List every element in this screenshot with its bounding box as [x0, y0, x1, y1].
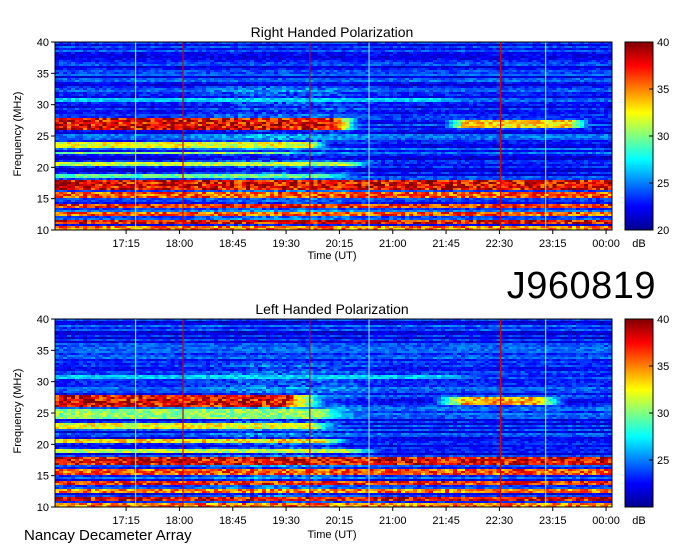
y-tick-label-lh-35: 35: [37, 345, 49, 357]
x-tick-label-lh-18:45: 18:45: [219, 515, 247, 527]
colorbar-tick-label-lh-30: 30: [657, 408, 669, 420]
colorbar-tick-label-lh-40: 40: [657, 314, 669, 326]
y-tick-label-lh-40: 40: [37, 314, 49, 326]
colorbar-unit-lh: dB: [632, 515, 645, 527]
y-tick-label-lh-15: 15: [37, 471, 49, 483]
x-tick-label-lh-21:00: 21:00: [379, 515, 407, 527]
colorbar-tick-label-lh-25: 25: [657, 455, 669, 467]
x-tick-label-lh-19:30: 19:30: [272, 515, 300, 527]
y-tick-label-lh-10: 10: [37, 502, 49, 514]
observation-id: J960819: [506, 265, 656, 307]
x-tick-label-lh-17:15: 17:15: [112, 515, 140, 527]
y-tick-label-lh-20: 20: [37, 439, 49, 451]
x-tick-label-lh-21:45: 21:45: [432, 515, 460, 527]
x-tick-label-lh-22:30: 22:30: [486, 515, 514, 527]
heatmap-cells-lh: [55, 319, 612, 507]
y-tick-label-lh-30: 30: [37, 377, 49, 389]
x-tick-label-lh-20:15: 20:15: [326, 515, 354, 527]
colorbar-tick-label-lh-35: 35: [657, 361, 669, 373]
y-tick-label-lh-25: 25: [37, 408, 49, 420]
colorbar-lh: [624, 318, 654, 508]
x-tick-label-lh-00:00: 00:00: [592, 515, 620, 527]
x-tick-label-lh-23:15: 23:15: [539, 515, 567, 527]
instrument-name: Nancay Decameter Array: [24, 527, 192, 544]
x-tick-label-lh-18:00: 18:00: [166, 515, 194, 527]
